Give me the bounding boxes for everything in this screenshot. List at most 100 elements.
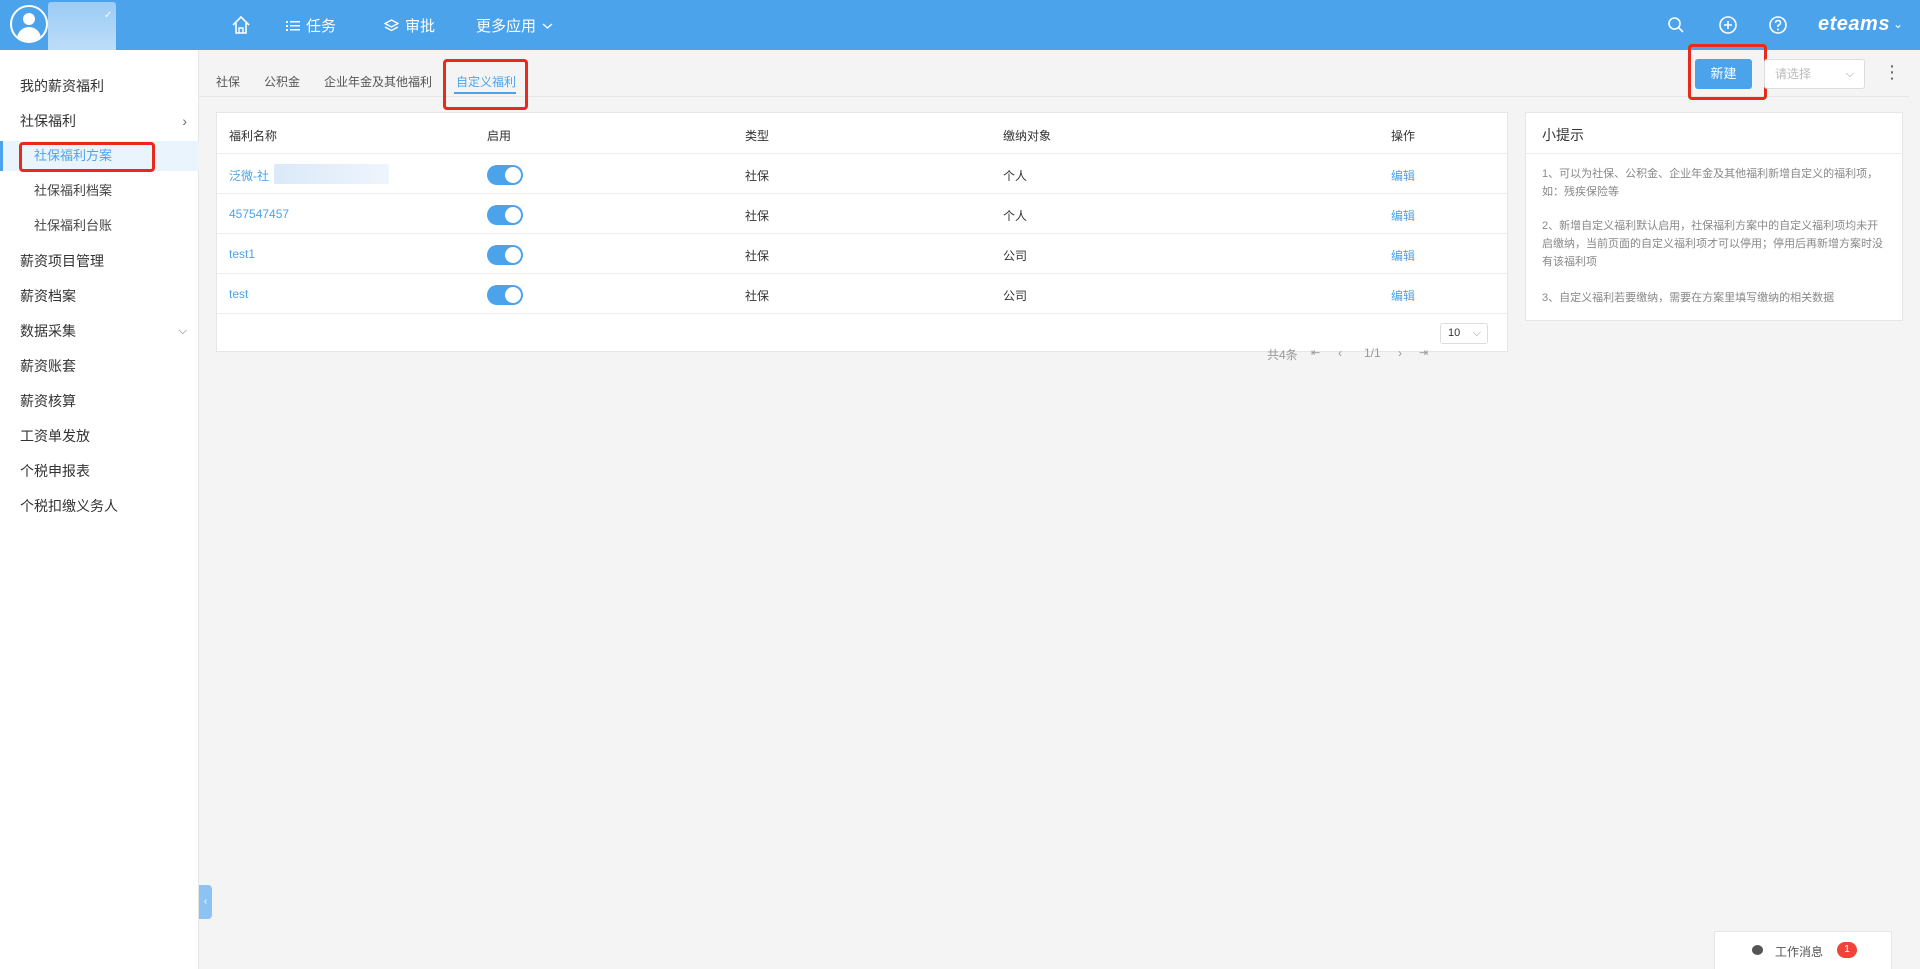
- sidebar-collapse-handle[interactable]: ‹: [199, 885, 212, 919]
- user-avatar[interactable]: [10, 5, 48, 43]
- sidebar-item-label: 社保福利台账: [34, 218, 113, 233]
- nav-approve-label: 审批: [405, 18, 436, 35]
- column-header-target: 缴纳对象: [1003, 129, 1052, 143]
- user-menu-chevron-icon[interactable]: ✓: [104, 10, 112, 21]
- column-header-name: 福利名称: [229, 129, 278, 143]
- layers-icon: [384, 19, 399, 32]
- enable-toggle[interactable]: [487, 205, 523, 225]
- tab-custom-welfare[interactable]: 自定义福利: [456, 73, 516, 90]
- type-cell: 社保: [745, 209, 770, 223]
- chevron-right-icon: ›: [182, 113, 187, 129]
- enable-toggle[interactable]: [487, 285, 523, 305]
- sidebar-item-label: 薪资核算: [20, 393, 76, 409]
- first-page-icon[interactable]: ⇤: [1311, 346, 1320, 359]
- sidebar-item-welfare-plan[interactable]: 社保福利方案: [0, 141, 199, 171]
- sidebar-item-label: 工资单发放: [20, 428, 90, 444]
- select-placeholder: 请选择: [1775, 67, 1812, 81]
- row-divider: [217, 313, 1507, 314]
- sidebar: 我的薪资福利 社保福利 › 社保福利方案 社保福利档案 社保福利台账 薪资项目管…: [0, 50, 199, 969]
- tabs-divider: [199, 96, 1909, 97]
- sidebar-item-salary-items[interactable]: 薪资项目管理: [0, 246, 199, 276]
- sidebar-item-tax-report[interactable]: 个税申报表: [0, 456, 199, 486]
- welfare-name-link[interactable]: test1: [229, 247, 255, 261]
- tips-divider: [1526, 153, 1902, 154]
- add-circle-icon[interactable]: [1717, 14, 1739, 36]
- more-options-icon[interactable]: ⋮: [1883, 63, 1901, 81]
- next-page-icon[interactable]: ›: [1398, 346, 1402, 360]
- tip-text: 1、可以为社保、公积金、企业年金及其他福利新增自定义的福利项，如：残疾保险等: [1542, 168, 1879, 198]
- sidebar-item-salary-set[interactable]: 薪资账套: [0, 351, 199, 381]
- chevron-down-icon: ⌵: [178, 325, 187, 337]
- sidebar-item-welfare-ledger[interactable]: 社保福利台账: [0, 211, 199, 241]
- page-indicator: 1/1: [1364, 346, 1381, 360]
- sidebar-item-salary-calc[interactable]: 薪资核算: [0, 386, 199, 416]
- tip-text: 2、新增自定义福利默认启用，社保福利方案中的自定义福利项均未开启缴纳，当前页面的…: [1542, 220, 1883, 268]
- work-message-widget[interactable]: 工作消息 1: [1714, 931, 1892, 969]
- column-header-action: 操作: [1391, 129, 1416, 143]
- sidebar-item-welfare-archive[interactable]: 社保福利档案: [0, 176, 199, 206]
- type-cell: 社保: [745, 289, 770, 303]
- welfare-name-link[interactable]: test: [229, 287, 248, 301]
- enable-toggle[interactable]: [487, 165, 523, 185]
- home-icon[interactable]: [230, 14, 252, 36]
- nav-task[interactable]: 任务: [286, 15, 336, 36]
- chat-bubble-icon: [1752, 945, 1763, 955]
- edit-link[interactable]: 编辑: [1391, 287, 1415, 304]
- search-icon[interactable]: [1665, 14, 1687, 36]
- chevron-down-icon: ⌵: [1472, 327, 1481, 339]
- nav-task-label: 任务: [306, 18, 337, 35]
- pagination-total: 共4条: [1267, 348, 1298, 362]
- nav-more-label: 更多应用: [476, 18, 537, 35]
- sidebar-item-data-collection[interactable]: 数据采集 ⌵: [0, 316, 199, 346]
- sidebar-item-label: 薪资账套: [20, 358, 76, 374]
- brand-chevron-down-icon[interactable]: ⌄: [1893, 17, 1903, 31]
- tab-social-insurance[interactable]: 社保: [216, 73, 240, 90]
- sidebar-item-social-welfare[interactable]: 社保福利 ›: [0, 106, 199, 136]
- chevron-down-icon: [542, 22, 553, 29]
- edit-link[interactable]: 编辑: [1391, 207, 1415, 224]
- sidebar-item-label: 社保福利档案: [34, 183, 113, 198]
- target-cell: 个人: [1003, 169, 1028, 183]
- type-cell: 社保: [745, 249, 770, 263]
- active-tab-underline: [454, 92, 516, 94]
- edit-link[interactable]: 编辑: [1391, 247, 1415, 264]
- active-indicator: [0, 141, 3, 171]
- page-size-select[interactable]: 10 ⌵: [1440, 323, 1488, 344]
- tips-title: 小提示: [1542, 127, 1584, 143]
- target-cell: 个人: [1003, 209, 1028, 223]
- unread-badge: 1: [1837, 942, 1857, 958]
- row-divider: [217, 233, 1507, 234]
- row-divider: [217, 273, 1507, 274]
- brand-logo[interactable]: eteams: [1818, 13, 1890, 36]
- top-bar: ✓ 任务 审批 更多应用 eteams ⌄: [0, 0, 1920, 54]
- sidebar-item-label: 社保福利方案: [34, 148, 113, 163]
- row-divider: [217, 193, 1507, 194]
- help-icon[interactable]: [1767, 14, 1789, 36]
- column-header-type: 类型: [745, 129, 770, 143]
- sidebar-item-label: 我的薪资福利: [20, 78, 104, 94]
- sidebar-item-my-salary[interactable]: 我的薪资福利: [0, 71, 199, 101]
- welfare-name-link[interactable]: 457547457: [229, 207, 289, 221]
- sidebar-item-salary-archive[interactable]: 薪资档案: [0, 281, 199, 311]
- nav-approve[interactable]: 审批: [384, 15, 435, 36]
- tip-text: 3、自定义福利若要缴纳，需要在方案里填写缴纳的相关数据: [1542, 292, 1835, 304]
- enable-toggle[interactable]: [487, 245, 523, 265]
- sidebar-item-label: 个税扣缴义务人: [20, 498, 118, 514]
- last-page-icon[interactable]: ⇥: [1419, 346, 1428, 359]
- welfare-name-link[interactable]: 泛微-社: [229, 167, 269, 184]
- sidebar-item-tax-withholder[interactable]: 个税扣缴义务人: [0, 491, 199, 521]
- prev-page-icon[interactable]: ‹: [1338, 346, 1342, 360]
- tab-enterprise-annuity[interactable]: 企业年金及其他福利: [324, 73, 432, 90]
- new-button[interactable]: 新建: [1695, 59, 1752, 89]
- welfare-table: 福利名称 启用 类型 缴纳对象 操作 泛微-社 社保 个人 编辑 4575474…: [216, 112, 1508, 352]
- edit-link[interactable]: 编辑: [1391, 167, 1415, 184]
- filter-select[interactable]: 请选择 ⌵: [1764, 59, 1865, 89]
- row-divider: [217, 153, 1507, 154]
- column-header-enabled: 启用: [487, 129, 512, 143]
- nav-more-apps[interactable]: 更多应用: [476, 15, 553, 36]
- sidebar-item-label: 薪资项目管理: [20, 253, 104, 269]
- sidebar-item-payslip[interactable]: 工资单发放: [0, 421, 199, 451]
- target-cell: 公司: [1003, 289, 1028, 303]
- tab-housing-fund[interactable]: 公积金: [264, 73, 300, 90]
- sidebar-item-label: 薪资档案: [20, 288, 76, 304]
